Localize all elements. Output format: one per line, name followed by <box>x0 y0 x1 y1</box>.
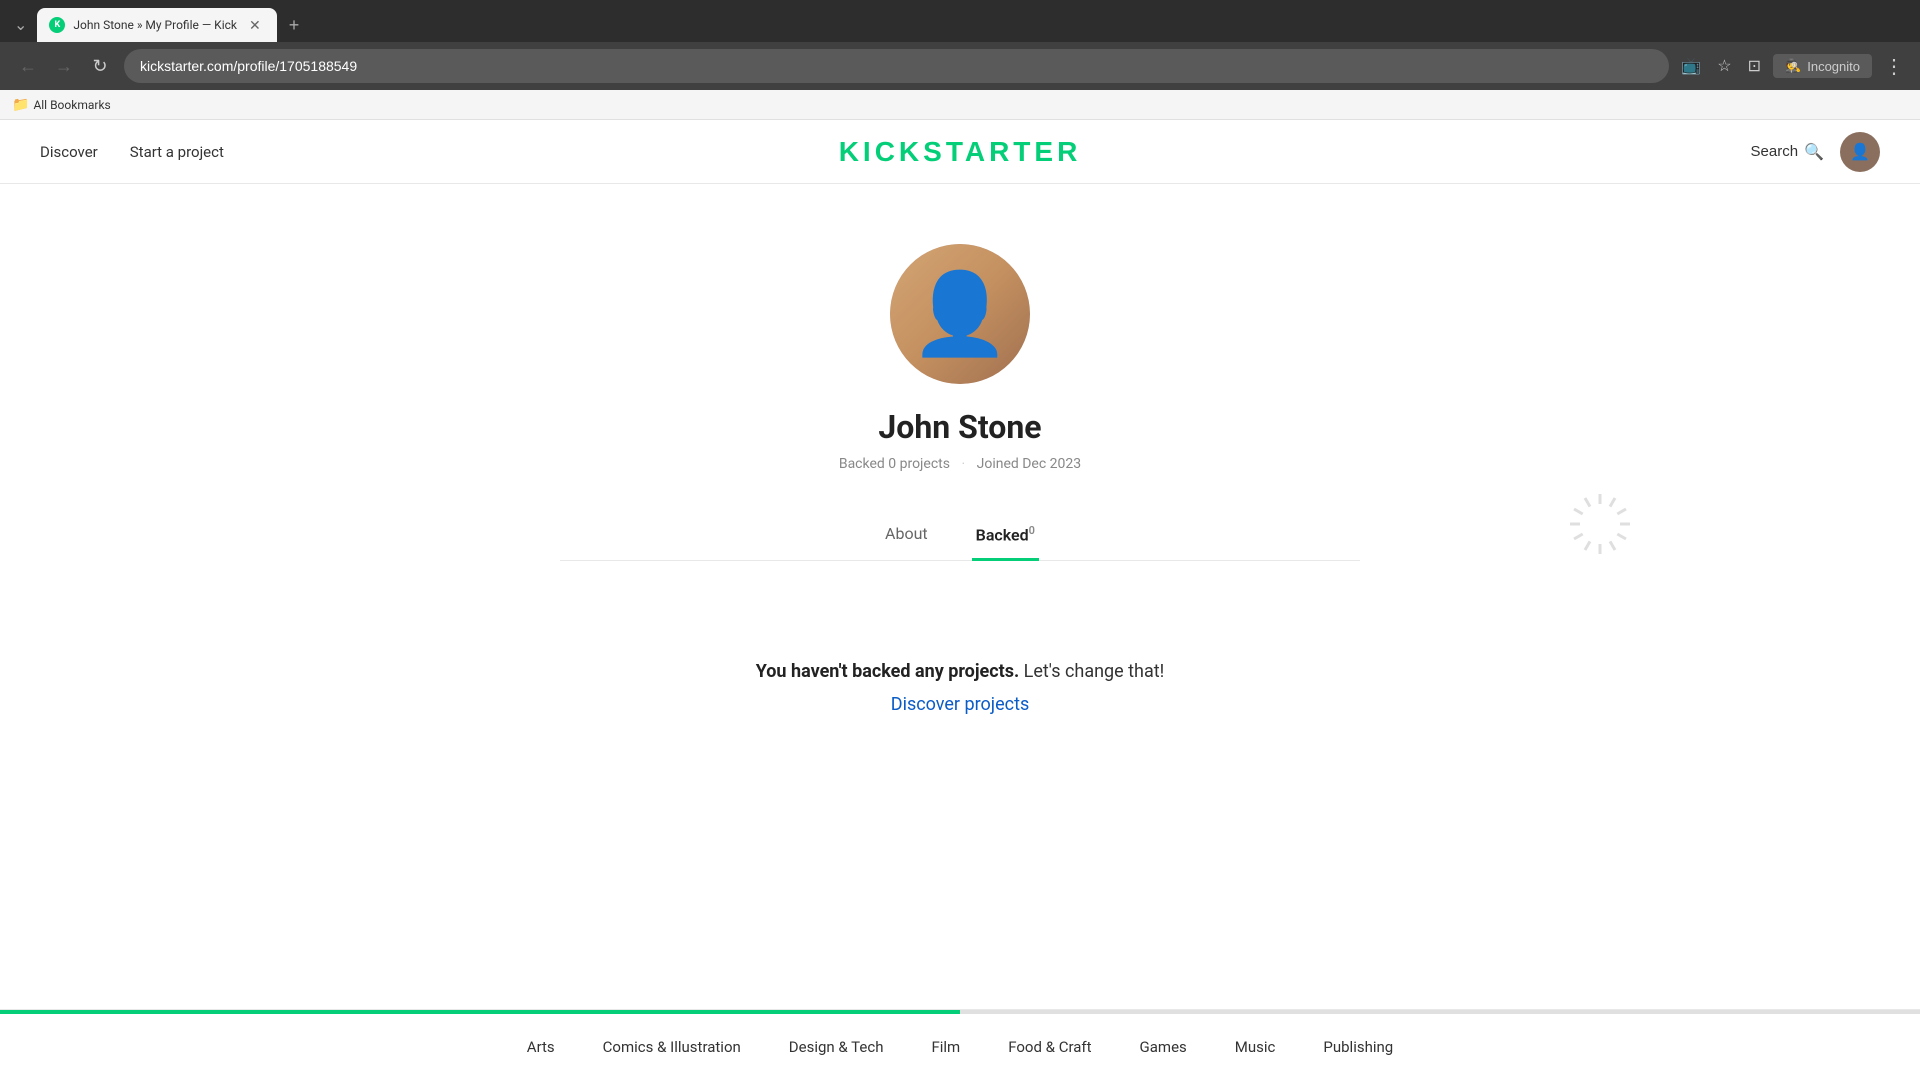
tab-title: John Stone » My Profile — Kick <box>73 18 237 32</box>
category-film[interactable]: Film <box>931 1038 960 1056</box>
tab-about[interactable]: About <box>881 512 932 561</box>
tab-bar: ⌄ K John Stone » My Profile — Kick ✕ + <box>0 0 1920 42</box>
profile-menu-button[interactable]: ⋮ <box>1880 50 1908 83</box>
search-icon: 🔍 <box>1804 142 1824 162</box>
category-design[interactable]: Design & Tech <box>789 1038 884 1056</box>
reload-button[interactable]: ↻ <box>84 50 116 82</box>
backed-message: You haven't backed any projects. Let's c… <box>20 661 1900 682</box>
tab-list-button[interactable]: ⌄ <box>8 11 33 39</box>
tab-about-label: About <box>885 524 928 543</box>
bookmark-star-icon[interactable]: ☆ <box>1713 52 1735 80</box>
bookmarks-label: All Bookmarks <box>33 98 110 112</box>
site-nav: Discover Start a project KICKSTARTER Sea… <box>0 120 1920 184</box>
tab-backed[interactable]: Backed0 <box>972 512 1039 561</box>
dot-separator: · <box>961 456 965 472</box>
category-arts[interactable]: Arts <box>527 1038 555 1056</box>
cast-icon[interactable]: 📺 <box>1677 52 1705 80</box>
tab-close-button[interactable]: ✕ <box>245 16 265 34</box>
backed-badge: 0 <box>1029 524 1035 537</box>
category-food[interactable]: Food & Craft <box>1008 1038 1091 1056</box>
incognito-icon: 🕵 <box>1785 58 1801 74</box>
backed-message-bold: You haven't backed any projects. <box>756 661 1019 682</box>
nav-right: Search 🔍 👤 <box>1751 132 1880 172</box>
profile-meta: Backed 0 projects · Joined Dec 2023 <box>835 456 1085 472</box>
active-tab[interactable]: K John Stone » My Profile — Kick ✕ <box>37 8 276 42</box>
avatar-icon: 👤 <box>1850 142 1870 161</box>
browser-chrome: ⌄ K John Stone » My Profile — Kick ✕ + ←… <box>0 0 1920 120</box>
tab-search-icon[interactable]: ⊡ <box>1744 52 1765 80</box>
footer-categories: Arts Comics & Illustration Design & Tech… <box>0 1014 1920 1080</box>
search-label: Search <box>1751 143 1799 160</box>
avatar-image <box>890 244 1030 384</box>
forward-button[interactable]: → <box>48 50 80 82</box>
incognito-button[interactable]: 🕵 Incognito <box>1773 54 1872 78</box>
profile-name: John Stone <box>878 408 1041 446</box>
joined-date: Joined Dec 2023 <box>977 456 1082 472</box>
new-tab-button[interactable]: + <box>281 11 308 40</box>
profile-section: John Stone Backed 0 projects · Joined De… <box>0 184 1920 601</box>
page-content: Discover Start a project KICKSTARTER Sea… <box>0 120 1920 1020</box>
nav-discover[interactable]: Discover <box>40 143 98 161</box>
backed-count: Backed 0 projects <box>839 456 950 472</box>
address-bar: ← → ↻ 📺 ☆ ⊡ 🕵 Incognito ⋮ <box>0 42 1920 90</box>
site-logo[interactable]: KICKSTARTER <box>839 136 1082 168</box>
nav-buttons: ← → ↻ <box>12 50 116 82</box>
profile-tabs: About Backed0 <box>560 512 1360 561</box>
profile-avatar <box>890 244 1030 384</box>
footer-bar: Arts Comics & Illustration Design & Tech… <box>0 1009 1920 1080</box>
tab-favicon: K <box>49 17 65 33</box>
backed-section: You haven't backed any projects. Let's c… <box>0 601 1920 775</box>
spinner-decoration <box>1560 484 1640 564</box>
tab-controls: ⌄ <box>8 11 33 39</box>
back-button[interactable]: ← <box>12 50 44 82</box>
bookmarks-bar: 📁 All Bookmarks <box>0 90 1920 120</box>
address-icons: 📺 ☆ ⊡ 🕵 Incognito <box>1677 52 1872 80</box>
url-bar[interactable] <box>124 49 1669 83</box>
nav-start-project[interactable]: Start a project <box>130 143 224 161</box>
bookmarks-folder-icon: 📁 <box>12 97 29 113</box>
category-music[interactable]: Music <box>1235 1038 1276 1056</box>
nav-left: Discover Start a project <box>40 143 224 161</box>
backed-message-rest: Let's change that! <box>1024 661 1165 682</box>
category-games[interactable]: Games <box>1140 1038 1187 1056</box>
incognito-label: Incognito <box>1807 59 1860 74</box>
discover-projects-link[interactable]: Discover projects <box>891 694 1030 715</box>
user-avatar[interactable]: 👤 <box>1840 132 1880 172</box>
tab-backed-label: Backed <box>976 525 1029 544</box>
search-button[interactable]: Search 🔍 <box>1751 142 1824 162</box>
category-comics[interactable]: Comics & Illustration <box>603 1038 741 1056</box>
category-publishing[interactable]: Publishing <box>1323 1038 1393 1056</box>
